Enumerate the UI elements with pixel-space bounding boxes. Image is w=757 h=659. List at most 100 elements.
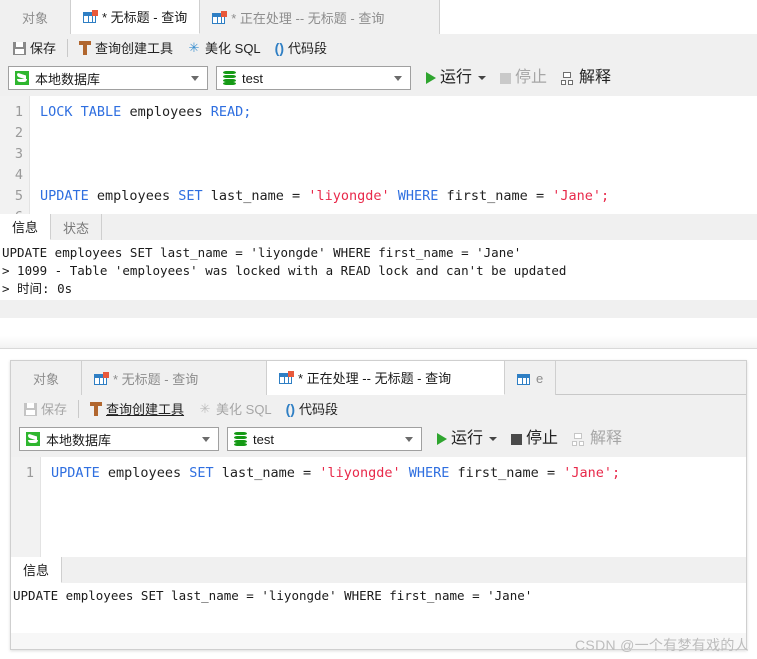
tab-processing-query-primary[interactable]: * 正在处理 -- 无标题 - 查询	[200, 0, 441, 34]
token-table: TABLE	[80, 104, 122, 120]
result-tabstrip-secondary: 信息	[11, 557, 746, 583]
token-update: UPDATE	[51, 465, 100, 481]
explain-button-primary[interactable]: 解释	[554, 66, 618, 90]
play-icon	[426, 72, 436, 84]
explain-button-secondary: 解释	[565, 427, 629, 451]
token-eq: =	[292, 188, 301, 204]
chevron-down-icon	[405, 437, 413, 442]
save-icon	[24, 402, 37, 416]
tabstrip-primary: 对象 * 无标题 - 查询 * 正在处理 -- 无标题 - 查询	[0, 0, 757, 34]
csdn-watermark: CSDN @一个有梦有戏的人	[575, 637, 749, 653]
explain-icon	[572, 432, 586, 446]
line-numbers: 1	[25, 465, 34, 481]
result-tabstrip-filler	[102, 214, 757, 240]
token-update: UPDATE	[40, 188, 89, 204]
token-liyongde: 'liyongde'	[308, 188, 390, 204]
save-button[interactable]: 保存	[6, 36, 63, 60]
stop-button-secondary[interactable]: 停止	[504, 427, 565, 451]
sql-editor-primary[interactable]: 1 2 3 4 5 6 LOCK TABLE employees READ; U…	[0, 96, 757, 214]
chevron-down-icon[interactable]	[478, 76, 487, 80]
database-icon	[234, 432, 247, 446]
tab-label: 对象	[22, 10, 49, 26]
sql-code-primary[interactable]: LOCK TABLE employees READ; UPDATE employ…	[30, 96, 757, 214]
grid-red-icon	[83, 10, 99, 23]
wand-icon: ✳	[188, 40, 200, 55]
query-window-primary: 对象 * 无标题 - 查询 * 正在处理 -- 无标题 - 查询 保存 查询创建…	[0, 0, 757, 318]
stop-icon	[500, 72, 512, 84]
result-tab-info-primary[interactable]: 信息	[0, 214, 52, 240]
result-tab-label: 信息	[12, 220, 39, 235]
chevron-down-icon	[191, 76, 199, 81]
stop-button-primary: 停止	[493, 66, 554, 90]
save-label: 保存	[41, 401, 68, 417]
code-snippet-button[interactable]: () 代码段	[268, 36, 334, 60]
toolbar-divider	[67, 39, 69, 57]
grid-blue-icon	[517, 372, 532, 385]
database-value: test	[242, 70, 263, 86]
play-icon	[437, 433, 447, 445]
wand-icon: ✳	[199, 401, 211, 416]
token-where: WHERE	[397, 188, 439, 204]
run-controls-primary: 运行 停止 解释	[419, 66, 618, 90]
code-snippet-button-secondary[interactable]: () 代码段	[279, 397, 345, 421]
tab-objects-primary[interactable]: 对象	[0, 0, 72, 34]
line-number-gutter-secondary: 1	[11, 457, 41, 557]
token-set: SET	[189, 465, 214, 481]
tab-untitled-query-primary[interactable]: * 无标题 - 查询	[71, 0, 201, 34]
beautify-sql-button[interactable]: ✳ 美化 SQL	[180, 36, 268, 60]
database-select-primary[interactable]: test	[216, 66, 411, 90]
query-window-secondary: 对象 * 无标题 - 查询 * 正在处理 -- 无标题 - 查询 e 保存 查询…	[10, 360, 747, 650]
database-select-secondary[interactable]: test	[227, 427, 422, 451]
tabstrip-filler	[440, 0, 757, 34]
database-value: test	[253, 431, 274, 447]
beautify-sql-button-secondary: ✳ 美化 SQL	[191, 397, 279, 421]
grid-red-icon	[94, 371, 110, 385]
query-builder-label: 查询创建工具	[106, 401, 185, 417]
query-builder-button[interactable]: 查询创建工具	[72, 36, 180, 60]
result-tab-label: 状态	[63, 220, 90, 236]
save-label: 保存	[30, 40, 57, 56]
connection-select-primary[interactable]: 本地数据库	[8, 66, 208, 90]
token-eq-2: =	[535, 188, 545, 204]
beautify-sql-label: 美化 SQL	[216, 401, 272, 417]
token-jane: 'Jane';	[552, 188, 610, 204]
result-pane-secondary: 信息 UPDATE employees SET last_name = 'liy…	[11, 557, 746, 633]
code-snippet-label: 代码段	[298, 401, 338, 417]
chevron-down-icon[interactable]	[489, 437, 498, 441]
sql-editor-secondary[interactable]: 1 UPDATE employees SET last_name = 'liyo…	[11, 457, 746, 557]
tab-table-result-secondary[interactable]: e	[505, 361, 557, 395]
token-eq-2: =	[546, 465, 556, 481]
connection-icon	[15, 71, 29, 85]
token-jane: 'Jane';	[563, 465, 621, 481]
save-button-secondary: 保存	[17, 397, 74, 421]
tab-label: e	[536, 370, 544, 386]
result-output-secondary: UPDATE employees SET last_name = 'liyong…	[11, 583, 746, 633]
result-tab-status-primary[interactable]: 状态	[51, 214, 103, 240]
tab-untitled-query-secondary[interactable]: * 无标题 - 查询	[82, 361, 268, 395]
result-tab-info-secondary[interactable]: 信息	[11, 557, 63, 583]
run-button-secondary[interactable]: 运行	[430, 427, 504, 451]
grid-red-icon	[279, 371, 295, 384]
query-builder-icon	[90, 402, 103, 416]
query-builder-button-secondary[interactable]: 查询创建工具	[83, 397, 191, 421]
result-tabstrip-primary: 信息 状态	[0, 214, 757, 240]
result-pane-primary: 信息 状态 UPDATE employees SET last_name = '…	[0, 214, 757, 300]
tab-label: * 无标题 - 查询	[102, 10, 188, 25]
app-screenshot: 对象 * 无标题 - 查询 * 正在处理 -- 无标题 - 查询 保存 查询创建…	[0, 0, 757, 659]
tabstrip-secondary: 对象 * 无标题 - 查询 * 正在处理 -- 无标题 - 查询 e	[11, 361, 746, 395]
tab-processing-query-secondary[interactable]: * 正在处理 -- 无标题 - 查询	[267, 361, 506, 395]
run-button-primary[interactable]: 运行	[419, 66, 493, 90]
chevron-down-icon	[202, 437, 210, 442]
token-firstname: first_name	[446, 188, 528, 204]
sql-code-secondary[interactable]: UPDATE employees SET last_name = 'liyong…	[41, 457, 746, 557]
connection-select-secondary[interactable]: 本地数据库	[19, 427, 219, 451]
toolbar-primary: 保存 查询创建工具 ✳ 美化 SQL () 代码段	[0, 34, 757, 62]
tab-objects-secondary[interactable]: 对象	[11, 361, 83, 395]
database-icon	[223, 71, 236, 85]
result-tab-label: 信息	[23, 563, 50, 578]
run-label: 运行	[440, 69, 473, 86]
explain-label: 解释	[590, 430, 623, 447]
token-lastname: last_name	[221, 465, 295, 481]
query-builder-icon	[79, 41, 92, 55]
grid-red-icon	[212, 10, 228, 24]
